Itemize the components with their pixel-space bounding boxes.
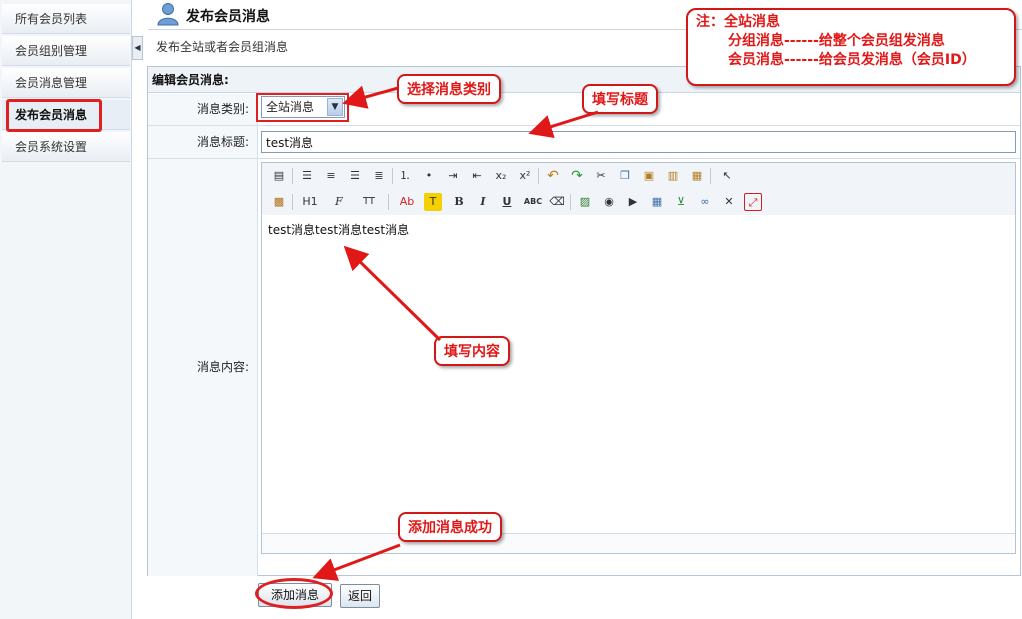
toolbar-separator: [392, 168, 393, 184]
add-message-button[interactable]: 添加消息: [258, 583, 332, 607]
choose-type-callout: 选择消息类别: [397, 74, 501, 104]
type-label: 消息类别:: [148, 94, 258, 125]
page-subtitle: 发布全站或者会员组消息: [156, 40, 289, 54]
editor-toolbar-row-1: ▤ ☰ ≡ ☰ ≣ ⒈ • ⇥ ⇤ x₂ x² ↶ ↷ ✂ ❐ ▣ ▥ ▦ ↖: [262, 163, 1015, 189]
bg-color-button[interactable]: T: [424, 193, 442, 211]
copy-icon[interactable]: ❐: [616, 167, 634, 185]
page-title: 发布会员消息: [186, 9, 270, 25]
text-color-button[interactable]: Ab: [396, 193, 418, 211]
media-icon[interactable]: ▶: [624, 193, 642, 211]
italic-button[interactable]: I: [474, 193, 492, 211]
title-label: 消息标题:: [148, 126, 258, 158]
toolbar-separator: [538, 168, 539, 184]
insert-image-icon[interactable]: ▩: [270, 193, 288, 211]
toolbar-separator: [710, 168, 711, 184]
outdent-icon[interactable]: ⇤: [468, 167, 486, 185]
sidebar-item-publish-message[interactable]: 发布会员消息: [2, 100, 130, 130]
user-icon: [157, 3, 179, 26]
unlink-icon[interactable]: ✕: [720, 193, 738, 211]
message-form-panel: 编辑会员消息: 消息类别: 全站消息 ▼ 消息标题: 消息内容: ▤ ☰ ≡ ☰…: [147, 66, 1021, 576]
superscript-icon[interactable]: x²: [516, 167, 534, 185]
align-center-icon[interactable]: ≡: [322, 167, 340, 185]
back-button[interactable]: 返回: [340, 584, 380, 608]
cut-icon[interactable]: ✂: [592, 167, 610, 185]
sidebar-item-member-messages[interactable]: 会员消息管理: [2, 68, 130, 98]
note-callout: 注：全站消息 分组消息------给整个会员组发消息 会员消息------给会员…: [686, 8, 1016, 86]
undo-icon[interactable]: ↶: [544, 167, 562, 185]
add-success-callout: 添加消息成功: [398, 512, 502, 542]
collapse-sidebar-button[interactable]: ◀: [132, 36, 143, 60]
subscript-icon[interactable]: x₂: [492, 167, 510, 185]
unordered-list-icon[interactable]: •: [420, 167, 438, 185]
align-justify-icon[interactable]: ≣: [370, 167, 388, 185]
paste-text-icon[interactable]: ▥: [664, 167, 682, 185]
note-line-3: 会员消息------给会员发消息（会员ID）: [728, 52, 976, 68]
underline-button[interactable]: U: [498, 193, 516, 211]
editor-content[interactable]: test消息test消息test消息: [268, 221, 409, 238]
note-line-2: 分组消息------给整个会员组发消息: [728, 33, 945, 49]
paste-word-icon[interactable]: ▤: [270, 167, 288, 185]
indent-icon[interactable]: ⇥: [444, 167, 462, 185]
image-icon[interactable]: ▨: [576, 193, 594, 211]
row-divider: [148, 158, 1020, 159]
toolbar-separator: [388, 194, 389, 210]
select-pointer-icon[interactable]: ↖: [718, 167, 736, 185]
fullscreen-icon[interactable]: ⤢: [744, 193, 762, 211]
font-family-dropdown[interactable]: F: [330, 193, 348, 211]
bold-button[interactable]: B: [450, 193, 468, 211]
ordered-list-icon[interactable]: ⒈: [396, 167, 414, 185]
editor-statusbar: [262, 533, 1015, 553]
link-icon[interactable]: ∞: [696, 193, 714, 211]
sidebar-item-member-list[interactable]: 所有会员列表: [2, 4, 130, 34]
paste-html-icon[interactable]: ▦: [688, 167, 706, 185]
row-divider: [148, 125, 1020, 126]
chevron-down-icon[interactable]: ▼: [327, 98, 343, 116]
message-type-value: 全站消息: [266, 100, 315, 114]
eraser-icon[interactable]: ⌫: [548, 193, 566, 211]
strikethrough-button[interactable]: ABC: [522, 193, 544, 211]
paste-icon[interactable]: ▣: [640, 167, 658, 185]
heading-dropdown[interactable]: H1: [298, 193, 322, 211]
toolbar-separator: [292, 168, 293, 184]
sidebar: 所有会员列表 会员组别管理 会员消息管理 发布会员消息 会员系统设置: [0, 0, 132, 619]
message-type-select[interactable]: 全站消息 ▼: [261, 96, 345, 118]
horizontal-rule-icon[interactable]: ⊻: [672, 193, 690, 211]
note-line-1: 注：全站消息: [696, 14, 780, 30]
flash-icon[interactable]: ◉: [600, 193, 618, 211]
fill-title-callout: 填写标题: [582, 84, 658, 114]
sidebar-item-member-groups[interactable]: 会员组别管理: [2, 36, 130, 66]
table-icon[interactable]: ▦: [648, 193, 666, 211]
message-title-input[interactable]: [261, 131, 1016, 153]
fill-content-callout: 填写内容: [434, 336, 510, 366]
toolbar-separator: [570, 194, 571, 210]
toolbar-separator: [292, 194, 293, 210]
rich-text-editor: ▤ ☰ ≡ ☰ ≣ ⒈ • ⇥ ⇤ x₂ x² ↶ ↷ ✂ ❐ ▣ ▥ ▦ ↖ …: [261, 162, 1016, 554]
redo-icon[interactable]: ↷: [568, 167, 586, 185]
font-size-dropdown[interactable]: TT: [358, 193, 380, 211]
sidebar-item-member-settings[interactable]: 会员系统设置: [2, 132, 130, 162]
editor-toolbar-row-2: ▩ H1 F TT Ab T B I U ABC ⌫ ▨ ◉ ▶ ▦ ⊻ ∞ ✕…: [262, 189, 1015, 215]
content-label: 消息内容:: [148, 159, 258, 576]
align-right-icon[interactable]: ☰: [346, 167, 364, 185]
align-left-icon[interactable]: ☰: [298, 167, 316, 185]
